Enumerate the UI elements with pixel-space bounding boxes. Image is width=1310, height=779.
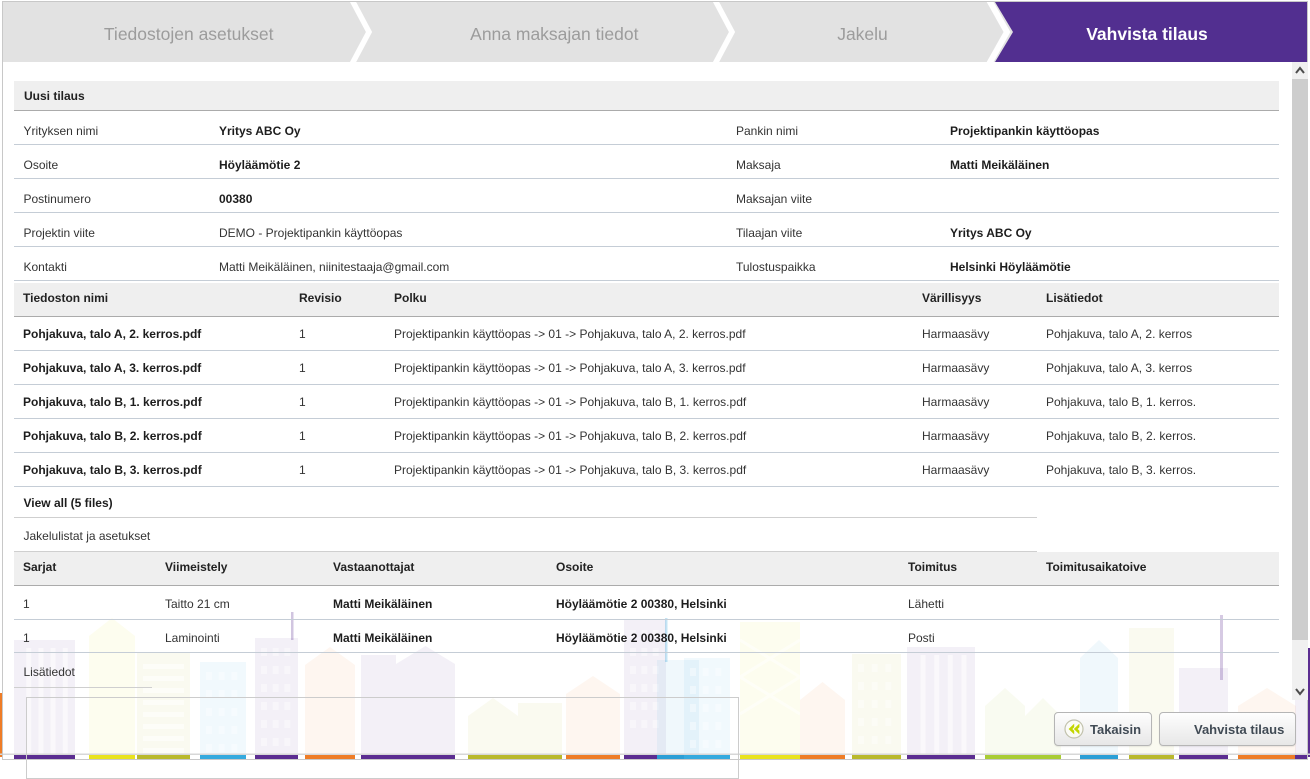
- svg-text:Vahvista tilaus: Vahvista tilaus: [1086, 24, 1208, 44]
- svg-text:Anna maksajan tiedot: Anna maksajan tiedot: [470, 24, 638, 44]
- svg-text:Tiedostojen asetukset: Tiedostojen asetukset: [104, 24, 274, 44]
- svg-text:Jakelu: Jakelu: [837, 24, 888, 44]
